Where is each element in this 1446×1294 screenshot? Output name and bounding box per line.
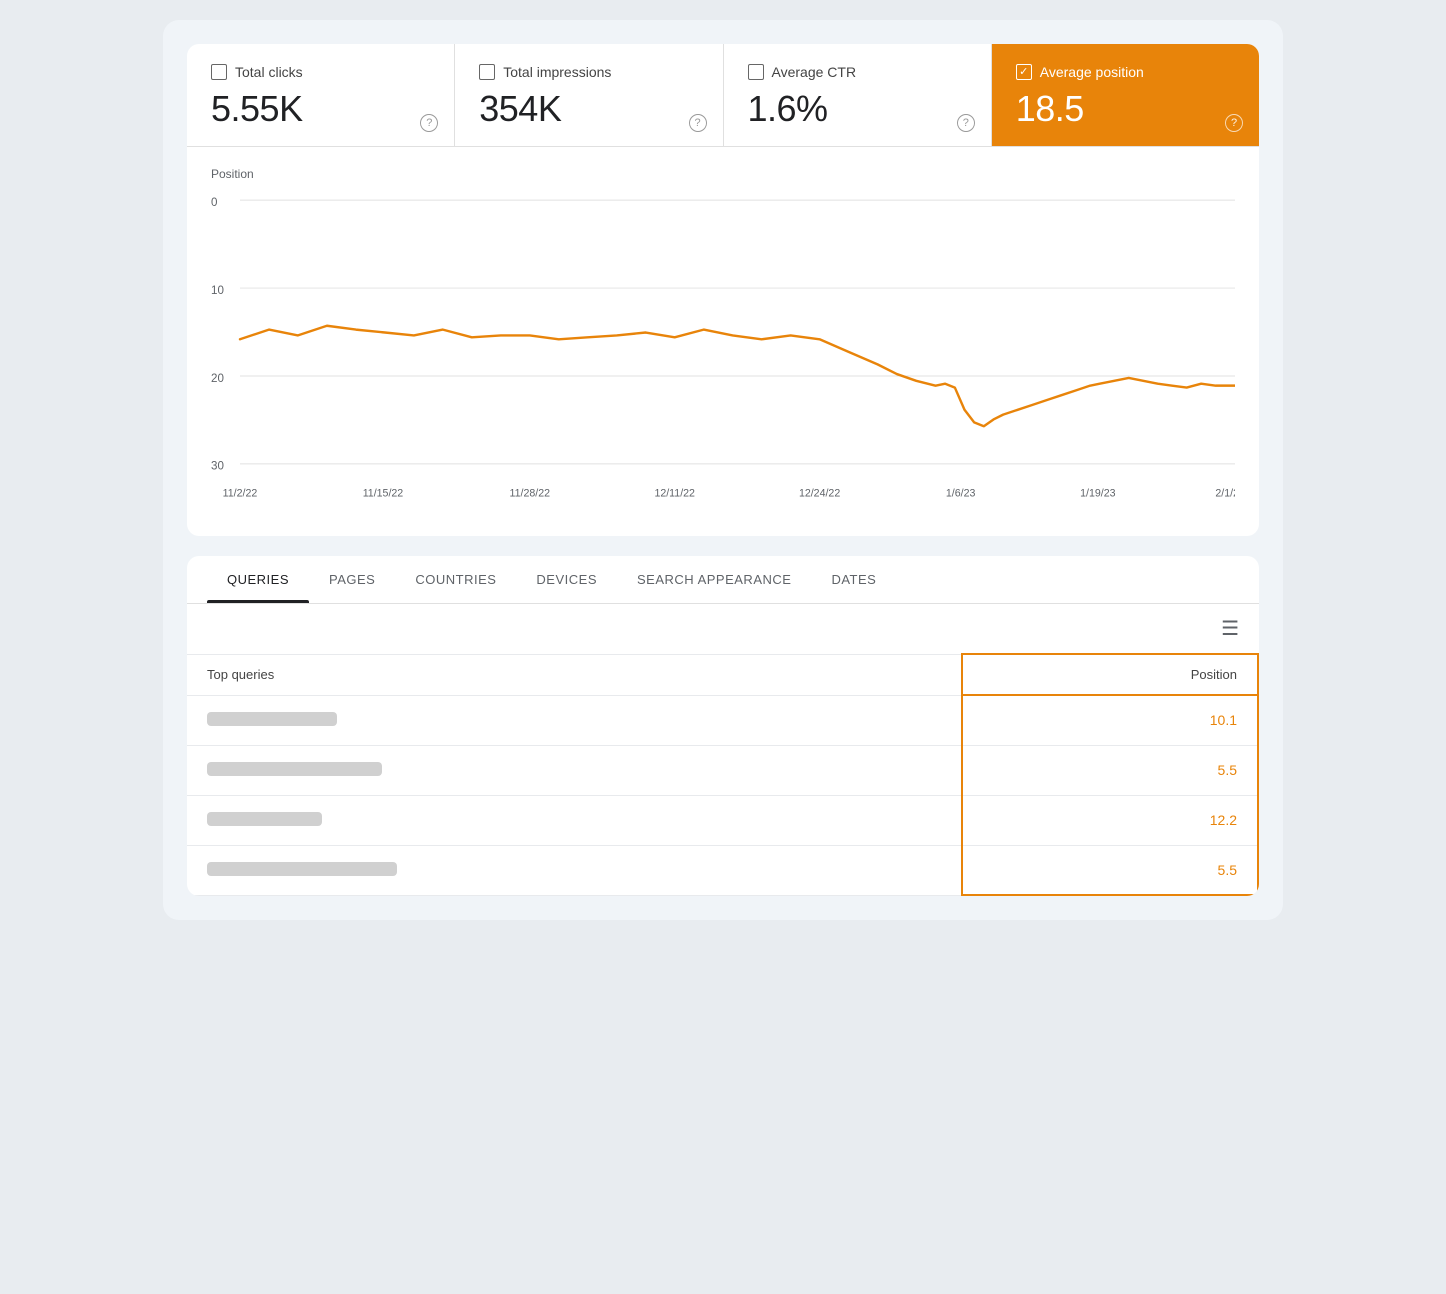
total-impressions-label: Total impressions: [503, 64, 611, 80]
tab-pages[interactable]: PAGES: [309, 556, 395, 603]
main-container: Total clicks 5.55K ? Total impressions 3…: [163, 20, 1283, 920]
position-cell-4: 5.5: [962, 845, 1258, 895]
queries-table: Top queries Position 10.1 5.5: [187, 653, 1259, 896]
total-clicks-checkbox[interactable]: [211, 64, 227, 80]
svg-text:1/19/23: 1/19/23: [1080, 488, 1115, 500]
position-cell-2: 5.5: [962, 745, 1258, 795]
total-impressions-checkbox[interactable]: [479, 64, 495, 80]
tab-search-appearance[interactable]: SEARCH APPEARANCE: [617, 556, 811, 603]
metric-average-position[interactable]: ✓ Average position 18.5 ?: [992, 44, 1259, 146]
position-cell-1: 10.1: [962, 695, 1258, 745]
chart-area: Position 0 10 20: [187, 147, 1259, 536]
svg-text:30: 30: [211, 461, 224, 473]
query-cell-4: [187, 845, 962, 895]
average-position-checkbox[interactable]: ✓: [1016, 64, 1032, 80]
col-position-header: Position: [962, 654, 1258, 695]
svg-text:11/28/22: 11/28/22: [510, 488, 551, 500]
chart-svg-container: 0 10 20 30: [211, 187, 1235, 512]
blurred-query-2: [207, 762, 382, 776]
blurred-query-4: [207, 862, 397, 876]
total-clicks-label: Total clicks: [235, 64, 303, 80]
svg-text:11/15/22: 11/15/22: [363, 488, 404, 500]
average-ctr-help-icon[interactable]: ?: [957, 114, 975, 132]
tab-devices[interactable]: DEVICES: [516, 556, 617, 603]
average-position-label: Average position: [1040, 64, 1144, 80]
query-cell-1: [187, 695, 962, 745]
svg-text:20: 20: [211, 373, 224, 385]
total-clicks-value: 5.55K: [211, 88, 430, 130]
query-cell-3: [187, 795, 962, 845]
blurred-query-1: [207, 712, 337, 726]
table-header-row: Top queries Position: [187, 654, 1258, 695]
bottom-card: QUERIES PAGES COUNTRIES DEVICES SEARCH A…: [187, 556, 1259, 896]
filter-icon[interactable]: ☰: [1221, 616, 1239, 641]
tab-queries[interactable]: QUERIES: [207, 556, 309, 603]
metric-total-clicks[interactable]: Total clicks 5.55K ?: [187, 44, 455, 146]
svg-text:12/24/22: 12/24/22: [799, 488, 840, 500]
table-row: 12.2: [187, 795, 1258, 845]
average-position-help-icon[interactable]: ?: [1225, 114, 1243, 132]
table-row: 5.5: [187, 745, 1258, 795]
col-top-queries-header: Top queries: [187, 654, 962, 695]
total-clicks-help-icon[interactable]: ?: [420, 114, 438, 132]
query-cell-2: [187, 745, 962, 795]
svg-text:2/1/23: 2/1/23: [1215, 488, 1235, 500]
table-row: 5.5: [187, 845, 1258, 895]
total-impressions-help-icon[interactable]: ?: [689, 114, 707, 132]
average-ctr-checkbox[interactable]: [748, 64, 764, 80]
average-position-value: 18.5: [1016, 88, 1235, 130]
position-chart: 0 10 20 30: [211, 187, 1235, 507]
tabs-row: QUERIES PAGES COUNTRIES DEVICES SEARCH A…: [187, 556, 1259, 604]
blurred-query-3: [207, 812, 322, 826]
table-toolbar: ☰: [187, 604, 1259, 653]
svg-text:0: 0: [211, 197, 217, 209]
metric-total-impressions[interactable]: Total impressions 354K ?: [455, 44, 723, 146]
tab-countries[interactable]: COUNTRIES: [395, 556, 516, 603]
total-impressions-value: 354K: [479, 88, 698, 130]
svg-text:11/2/22: 11/2/22: [223, 488, 258, 500]
position-cell-3: 12.2: [962, 795, 1258, 845]
average-ctr-value: 1.6%: [748, 88, 967, 130]
metrics-card: Total clicks 5.55K ? Total impressions 3…: [187, 44, 1259, 536]
chart-y-label: Position: [211, 167, 1235, 181]
table-row: 10.1: [187, 695, 1258, 745]
tab-dates[interactable]: DATES: [811, 556, 896, 603]
metrics-row: Total clicks 5.55K ? Total impressions 3…: [187, 44, 1259, 147]
svg-text:10: 10: [211, 285, 224, 297]
average-ctr-label: Average CTR: [772, 64, 857, 80]
svg-text:12/11/22: 12/11/22: [654, 488, 695, 500]
metric-average-ctr[interactable]: Average CTR 1.6% ?: [724, 44, 992, 146]
svg-text:1/6/23: 1/6/23: [946, 488, 976, 500]
